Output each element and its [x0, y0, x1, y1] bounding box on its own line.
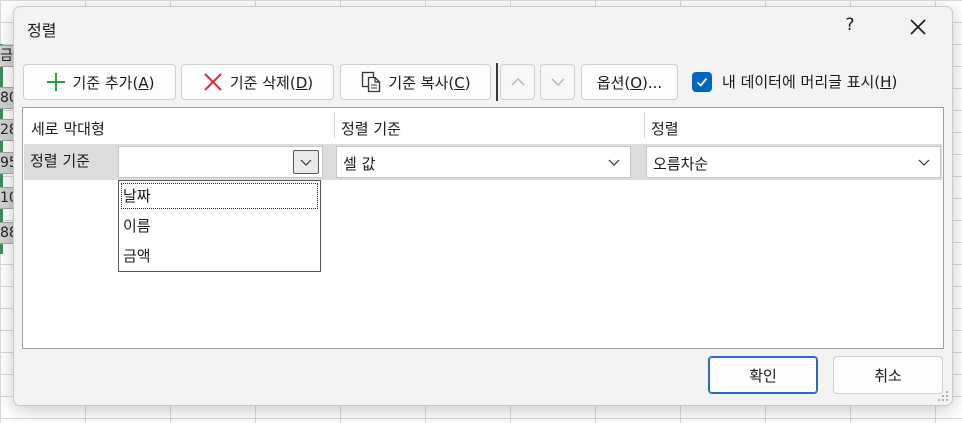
delete-level-label: 기준 삭제(D) [229, 73, 314, 92]
dropdown-option[interactable]: 날짜 [120, 182, 319, 210]
options-label: 옵션(O)... [596, 73, 663, 92]
sort-on-select-value: 셀 값 [343, 155, 376, 173]
order-select[interactable]: 오름차순 [646, 146, 941, 178]
ok-button[interactable]: 확인 [708, 356, 818, 394]
copy-icon [362, 71, 381, 93]
column-select-arrow[interactable] [293, 150, 319, 174]
chevron-down-icon [551, 78, 564, 86]
checkmark-icon [696, 77, 708, 87]
plus-icon [46, 73, 65, 91]
toolbar-separator [496, 63, 498, 101]
column-header-order: 정렬 [651, 120, 679, 138]
add-level-label: 기준 추가(A) [72, 73, 155, 92]
chevron-up-icon [511, 78, 524, 86]
move-down-button[interactable] [540, 64, 575, 100]
column-dropdown-list: 날짜 이름 금액 [118, 180, 321, 272]
column-divider [644, 112, 645, 138]
close-icon [910, 19, 926, 35]
x-icon [204, 73, 222, 91]
header-checkbox-row[interactable]: 내 데이터에 머리글 표시(H) [692, 71, 897, 92]
order-select-arrow[interactable] [911, 150, 937, 174]
header-checkbox-label: 내 데이터에 머리글 표시(H) [722, 73, 898, 91]
dialog-title: 정렬 [27, 21, 57, 40]
dropdown-option[interactable]: 금액 [120, 242, 319, 270]
close-button[interactable] [904, 13, 932, 41]
header-checkbox[interactable] [692, 71, 712, 92]
copy-level-label: 기준 복사(C) [388, 73, 471, 92]
sort-on-select[interactable]: 셀 값 [336, 146, 631, 178]
column-divider [334, 112, 335, 138]
chevron-down-icon [918, 159, 930, 166]
title-bar: 정렬 ? [14, 7, 952, 47]
move-up-button[interactable] [500, 64, 535, 100]
sort-levels-grid: 세로 막대형 정렬 기준 정렬 정렬 기준 셀 값 오름차순 날짜 이름 금액 [22, 107, 944, 349]
sort-dialog: 정렬 ? 기준 추가(A) 기준 삭제(D) 기준 복사(C) 옵션(O)...… [13, 6, 953, 406]
copy-level-button[interactable]: 기준 복사(C) [340, 64, 491, 100]
sort-level-row[interactable]: 정렬 기준 셀 값 오름차순 [24, 144, 942, 180]
order-select-value: 오름차순 [653, 155, 709, 173]
resize-grip-icon[interactable] [937, 390, 949, 402]
help-button[interactable]: ? [840, 15, 860, 39]
column-select[interactable] [118, 146, 323, 178]
dropdown-option[interactable]: 이름 [120, 212, 319, 240]
chevron-down-icon [300, 159, 312, 166]
add-level-button[interactable]: 기준 추가(A) [23, 64, 176, 100]
cancel-button[interactable]: 취소 [833, 356, 943, 394]
options-button[interactable]: 옵션(O)... [581, 64, 678, 100]
column-header-column: 세로 막대형 [31, 120, 105, 138]
sort-level-label: 정렬 기준 [30, 152, 90, 170]
chevron-down-icon [608, 159, 620, 166]
delete-level-button[interactable]: 기준 삭제(D) [181, 64, 334, 100]
sort-on-select-arrow[interactable] [601, 150, 627, 174]
column-header-sort-on: 정렬 기준 [341, 120, 401, 138]
